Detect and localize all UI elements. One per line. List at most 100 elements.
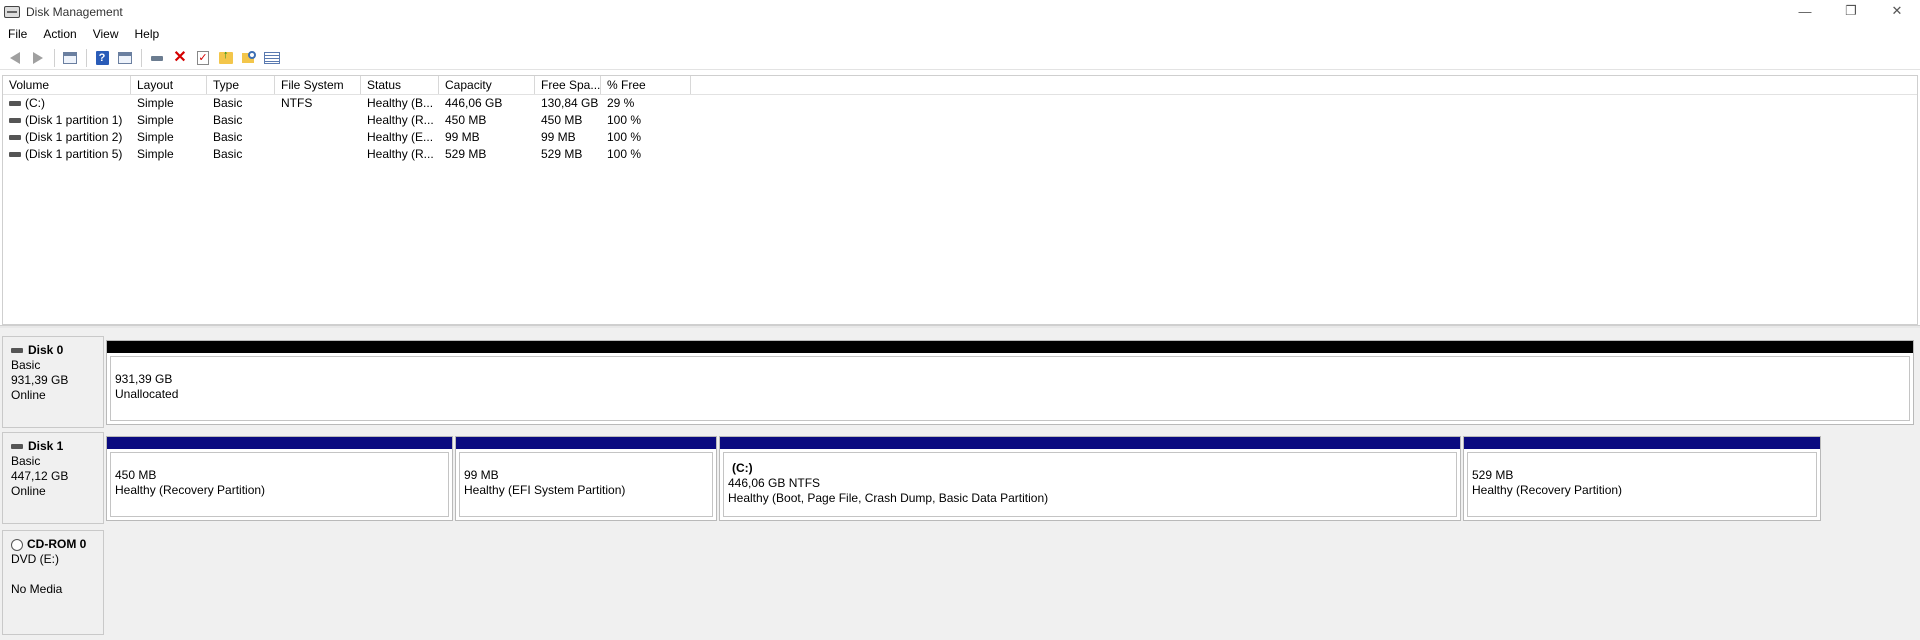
volume-icon [9, 118, 21, 124]
disk-partitions-empty [104, 530, 1918, 635]
cell-volume: (Disk 1 partition 1) [3, 112, 131, 129]
disk-name-text: CD-ROM 0 [27, 537, 87, 551]
partition-body: 931,39 GB Unallocated [110, 356, 1910, 421]
column-header-layout[interactable]: Layout [131, 76, 207, 94]
partition-unallocated[interactable]: 931,39 GB Unallocated [106, 340, 1914, 425]
disk-row-disk-1: Disk 1 Basic 447,12 GB Online 450 MB Hea… [2, 432, 1918, 524]
volume-list: Volume Layout Type File System Status Ca… [2, 75, 1918, 325]
table-row[interactable]: (C:) Simple Basic NTFS Healthy (B... 446,06 G… [3, 95, 1917, 112]
partition-size: 931,39 GB [115, 372, 173, 386]
disk-label-disk-1[interactable]: Disk 1 Basic 447,12 GB Online [2, 432, 104, 524]
volume-name: (Disk 1 partition 5) [25, 147, 123, 161]
column-header-file-system[interactable]: File System [275, 76, 361, 94]
table-row[interactable]: (Disk 1 partition 1) Simple Basic Healthy (… [3, 112, 1917, 129]
explore-button[interactable] [238, 48, 260, 68]
check-icon: ✓ [197, 50, 209, 65]
menu-bar: File Action View Help [0, 24, 1920, 44]
disk-status: Online [11, 484, 46, 498]
cell-type: Basic [213, 113, 243, 127]
disk-type: Basic [11, 358, 41, 372]
partition-efi-system[interactable]: 99 MB Healthy (EFI System Partition) [455, 436, 717, 521]
close-button[interactable]: ✕ [1874, 0, 1920, 22]
properties-icon [118, 51, 132, 64]
partition-size: 99 MB [464, 468, 499, 482]
column-header-percent-free[interactable]: % Free [601, 76, 691, 94]
partition-body: 529 MB Healthy (Recovery Partition) [1467, 452, 1817, 517]
partition-size: 450 MB [115, 468, 157, 482]
cell-volume: (C:) [3, 95, 131, 112]
column-header-type[interactable]: Type [207, 76, 275, 94]
partition-body: 450 MB Healthy (Recovery Partition) [110, 452, 449, 517]
partition-bar [720, 437, 1460, 449]
delete-button[interactable]: ✕ [169, 48, 191, 68]
back-button[interactable] [4, 48, 26, 68]
window-title: Disk Management [26, 5, 123, 19]
disk-row-disk-0: Disk 0 Basic 931,39 GB Online 931,39 GB … [2, 336, 1918, 428]
forward-icon [33, 51, 43, 64]
check-button[interactable]: ✓ [192, 48, 214, 68]
console-tree-button[interactable] [59, 48, 81, 68]
disk-status: Online [11, 388, 46, 402]
menu-view[interactable]: View [85, 24, 127, 44]
cell-type: Basic [213, 96, 243, 110]
partition-status: Healthy (EFI System Partition) [464, 483, 626, 497]
partition-recovery-529mb[interactable]: 529 MB Healthy (Recovery Partition) [1463, 436, 1821, 521]
column-header-capacity[interactable]: Capacity [439, 76, 535, 94]
partition-drive-letter: (C:) [732, 461, 753, 475]
cell-file-system [275, 146, 361, 163]
partition-c-drive[interactable]: (C:) 446,06 GB NTFS Healthy (Boot, Page … [719, 436, 1461, 521]
partition-status: Unallocated [115, 387, 179, 401]
disk-label-disk-0[interactable]: Disk 0 Basic 931,39 GB Online [2, 336, 104, 428]
toolbar-separator [86, 48, 87, 67]
partition-status: Healthy (Boot, Page File, Crash Dump, Ba… [728, 491, 1049, 505]
disk-size [11, 567, 103, 582]
cell-status: Healthy (R... [367, 147, 434, 161]
delete-icon: ✕ [173, 48, 187, 66]
minimize-button[interactable]: — [1782, 0, 1828, 22]
cell-volume: (Disk 1 partition 2) [3, 129, 131, 146]
volume-name: (C:) [25, 96, 45, 110]
volume-name: (Disk 1 partition 1) [25, 113, 123, 127]
cell-free-space: 130,84 GB [541, 96, 599, 110]
volume-list-header: Volume Layout Type File System Status Ca… [3, 76, 1917, 95]
hard-disk-icon [11, 444, 23, 449]
column-header-volume[interactable]: Volume [3, 76, 131, 94]
cell-layout: Simple [137, 147, 174, 161]
partition-status: Healthy (Recovery Partition) [1472, 483, 1623, 497]
console-tree-icon [63, 51, 77, 64]
partition-recovery-450mb[interactable]: 450 MB Healthy (Recovery Partition) [106, 436, 453, 521]
restore-button[interactable]: ❐ [1828, 0, 1874, 22]
disk-partitions: 931,39 GB Unallocated [104, 336, 1918, 428]
menu-file[interactable]: File [0, 24, 35, 44]
disk-name: CD-ROM 0 [11, 537, 103, 552]
help-icon: ? [95, 50, 109, 65]
window-controls: — ❐ ✕ [1782, 0, 1920, 24]
cell-percent-free: 29 % [607, 96, 635, 110]
help-button[interactable]: ? [91, 48, 113, 68]
settings-list-button[interactable] [261, 48, 283, 68]
column-header-status[interactable]: Status [361, 76, 439, 94]
cell-layout: Simple [137, 96, 174, 110]
disk-label-cdrom-0[interactable]: CD-ROM 0 DVD (E:) No Media [2, 530, 104, 635]
open-folder-icon: ↑ [219, 49, 233, 64]
table-row[interactable]: (Disk 1 partition 2) Simple Basic Healthy (… [3, 129, 1917, 146]
properties-button[interactable] [114, 48, 136, 68]
cell-type: Basic [213, 130, 243, 144]
partition-bar [107, 437, 452, 449]
disk-name: Disk 1 [11, 439, 103, 454]
forward-button[interactable] [27, 48, 49, 68]
connect-button[interactable] [146, 48, 168, 68]
explore-icon [242, 50, 256, 65]
cell-capacity: 450 MB [445, 113, 487, 127]
cell-percent-free: 100 % [607, 113, 642, 127]
column-header-free-space[interactable]: Free Spa... [535, 76, 601, 94]
disk-name-text: Disk 1 [28, 439, 64, 453]
partition-bar [1464, 437, 1820, 449]
menu-help[interactable]: Help [127, 24, 168, 44]
title-bar: Disk Management — ❐ ✕ [0, 0, 1920, 24]
partition-status: Healthy (Recovery Partition) [115, 483, 266, 497]
cell-file-system [275, 129, 361, 146]
menu-action[interactable]: Action [35, 24, 84, 44]
table-row[interactable]: (Disk 1 partition 5) Simple Basic Healthy (… [3, 146, 1917, 163]
open-folder-button[interactable]: ↑ [215, 48, 237, 68]
